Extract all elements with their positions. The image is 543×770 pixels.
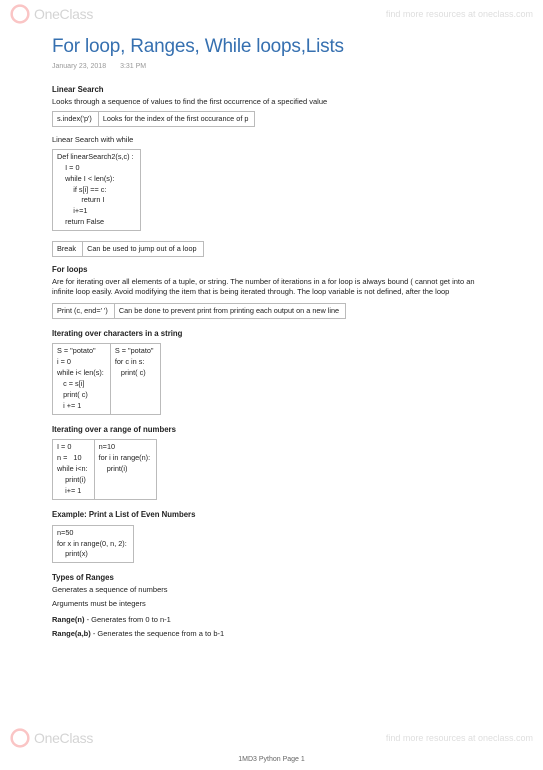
page-content: For loop, Ranges, While loops,Lists Janu… bbox=[0, 0, 543, 683]
cell-code-while: S = "potato" i = 0 while i< len(s): c = … bbox=[53, 344, 111, 415]
index-table: s.index('p') Looks for the index of the … bbox=[52, 111, 255, 127]
section-linear-while-title: Linear Search with while bbox=[52, 135, 491, 145]
table-row: s.index('p') Looks for the index of the … bbox=[53, 111, 255, 126]
cell-code-for: S = "potato" for c in s: print( c) bbox=[110, 344, 160, 415]
cell-desc: Can be used to jump out of a loop bbox=[83, 242, 204, 257]
section-linear-search-title: Linear Search bbox=[52, 85, 491, 96]
code-block: n=50 for x in range(0, n, 2): print(x) bbox=[57, 528, 127, 561]
cell-desc: Looks for the index of the first occuran… bbox=[98, 111, 255, 126]
table-row: Print (c, end=' ') Can be done to preven… bbox=[53, 303, 346, 318]
cell-code: Def linearSearch2(s,c) : I = 0 while I <… bbox=[53, 149, 141, 231]
cell-code: s.index('p') bbox=[53, 111, 99, 126]
brand-logo: OneClass bbox=[10, 728, 93, 748]
watermark-bottom: OneClass find more resources at oneclass… bbox=[0, 724, 543, 752]
cell-code: n=50 for x in range(0, n, 2): print(x) bbox=[53, 525, 134, 563]
iter-range-table: I = 0 n = 10 while i<n: print(i) i+= 1 n… bbox=[52, 439, 157, 500]
table-row: n=50 for x in range(0, n, 2): print(x) bbox=[53, 525, 134, 563]
table-row: I = 0 n = 10 while i<n: print(i) i+= 1 n… bbox=[53, 440, 157, 500]
ranges-line2: Arguments must be integers bbox=[52, 599, 491, 609]
table-row: Break Can be used to jump out of a loop bbox=[53, 242, 204, 257]
oneclass-icon bbox=[10, 728, 30, 748]
break-table: Break Can be used to jump out of a loop bbox=[52, 241, 204, 257]
cell-desc: Can be done to prevent print from printi… bbox=[114, 303, 345, 318]
meta-date: January 23, 2018 bbox=[52, 63, 106, 70]
cell-code-for: n=10 for i in range(n): print(i) bbox=[94, 440, 157, 500]
code-block: Def linearSearch2(s,c) : I = 0 while I <… bbox=[57, 152, 134, 229]
table-row: S = "potato" i = 0 while i< len(s): c = … bbox=[53, 344, 161, 415]
range-ab-desc: - Generates the sequence from a to b-1 bbox=[93, 629, 224, 638]
range-ab: Range(a,b) - Generates the sequence from… bbox=[52, 629, 491, 639]
range-n: Range(n) - Generates from 0 to n-1 bbox=[52, 615, 491, 625]
even-code-table: n=50 for x in range(0, n, 2): print(x) bbox=[52, 525, 134, 564]
range-n-desc: - Generates from 0 to n-1 bbox=[87, 615, 171, 624]
page-meta: January 23, 2018 3:31 PM bbox=[52, 62, 491, 71]
section-forloops-desc: Are for iterating over all elements of a… bbox=[52, 277, 491, 297]
code-block: S = "potato" for c in s: print( c) bbox=[115, 346, 154, 379]
meta-time: 3:31 PM bbox=[120, 63, 146, 70]
section-iter-chars-title: Iterating over characters in a string bbox=[52, 329, 491, 340]
page-footer: 1MD3 Python Page 1 bbox=[0, 755, 543, 764]
section-even-title: Example: Print a List of Even Numbers bbox=[52, 510, 491, 521]
section-ranges-title: Types of Ranges bbox=[52, 573, 491, 584]
range-ab-label: Range(a,b) bbox=[52, 629, 93, 638]
section-forloops-title: For loops bbox=[52, 265, 491, 276]
table-row: Def linearSearch2(s,c) : I = 0 while I <… bbox=[53, 149, 141, 231]
page-title: For loop, Ranges, While loops,Lists bbox=[52, 34, 491, 60]
cell-code-while: I = 0 n = 10 while i<n: print(i) i+= 1 bbox=[53, 440, 95, 500]
linear-while-code-table: Def linearSearch2(s,c) : I = 0 while I <… bbox=[52, 149, 141, 232]
brand-name: OneClass bbox=[34, 729, 93, 748]
section-iter-range-title: Iterating over a range of numbers bbox=[52, 425, 491, 436]
watermark-link: find more resources at oneclass.com bbox=[386, 732, 533, 744]
cell-keyword: Break bbox=[53, 242, 83, 257]
ranges-line1: Generates a sequence of numbers bbox=[52, 585, 491, 595]
print-end-table: Print (c, end=' ') Can be done to preven… bbox=[52, 303, 346, 319]
section-linear-search-desc: Looks through a sequence of values to fi… bbox=[52, 97, 491, 107]
code-block: I = 0 n = 10 while i<n: print(i) i+= 1 bbox=[57, 442, 88, 497]
iter-chars-table: S = "potato" i = 0 while i< len(s): c = … bbox=[52, 343, 161, 415]
cell-code: Print (c, end=' ') bbox=[53, 303, 115, 318]
range-n-label: Range(n) bbox=[52, 615, 87, 624]
code-block: S = "potato" i = 0 while i< len(s): c = … bbox=[57, 346, 104, 412]
code-block: n=10 for i in range(n): print(i) bbox=[99, 442, 151, 475]
